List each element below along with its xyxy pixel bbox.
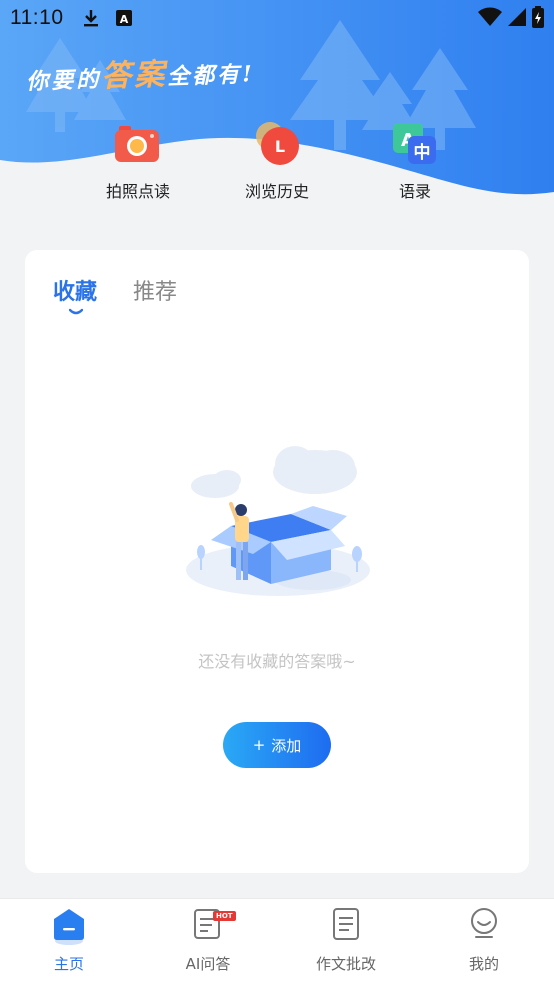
nav-label: AI问答 <box>185 955 231 973</box>
nav-label: 作文批改 <box>315 955 376 973</box>
home-icon <box>52 907 86 945</box>
profile-icon <box>467 907 501 941</box>
svg-text:L: L <box>275 137 285 156</box>
camera-icon <box>113 120 163 170</box>
wifi-icon <box>478 7 502 26</box>
quick-action-label: 拍照点读 <box>105 182 170 201</box>
slogan-part2: 全都有! <box>166 61 256 91</box>
status-indicators <box>478 6 544 28</box>
svg-text:中: 中 <box>414 142 431 163</box>
bottom-nav: 主页 HOT AI问答 作文批改 我的 <box>0 898 554 984</box>
empty-message: 还没有收藏的答案哦~ <box>198 652 356 671</box>
quick-action-history[interactable]: L 浏览历史 <box>217 120 337 202</box>
quick-action-label: 浏览历史 <box>244 182 309 201</box>
tab-bar: 收藏 推荐 <box>53 274 177 306</box>
tab-favorites[interactable]: 收藏 <box>53 274 97 306</box>
nav-label: 我的 <box>468 955 499 973</box>
slogan-part1: 你要的 <box>25 66 102 95</box>
essay-icon <box>329 907 363 941</box>
add-button-label: 添加 <box>271 736 302 755</box>
ai-qa-icon: HOT <box>191 907 236 941</box>
battery-icon <box>532 6 544 28</box>
tab-indicator <box>69 308 83 315</box>
quick-action-quotes[interactable]: A 中 语录 <box>355 120 475 202</box>
download-icon <box>80 7 102 33</box>
empty-box-illustration <box>186 446 370 596</box>
history-icon: L <box>252 120 302 170</box>
content-card: 收藏 推荐 还没有收藏的答案哦~ + 添加 <box>25 250 529 873</box>
translate-icon: A 中 <box>390 120 440 170</box>
quick-action-label: 语录 <box>398 182 431 201</box>
nav-essay[interactable]: 作文批改 <box>296 907 396 974</box>
slogan: 你要的答案全都有! <box>25 46 255 98</box>
slogan-highlight: 答案 <box>100 57 168 95</box>
nav-ai-qa[interactable]: HOT AI问答 <box>158 907 258 974</box>
nav-home[interactable]: 主页 <box>19 907 119 974</box>
nav-profile[interactable]: 我的 <box>434 907 534 974</box>
plus-icon: + <box>252 736 266 754</box>
nav-label: 主页 <box>53 955 84 973</box>
tab-recommend[interactable]: 推荐 <box>133 274 177 306</box>
signal-icon <box>508 8 526 26</box>
status-time: 11:10 <box>10 6 64 29</box>
add-button[interactable]: + 添加 <box>223 722 331 768</box>
status-bar: 11:10 A <box>0 0 554 36</box>
hot-badge: HOT <box>213 911 236 921</box>
svg-text:A: A <box>120 13 129 26</box>
quick-actions: 拍照点读 L 浏览历史 A 中 语录 <box>0 120 554 210</box>
a-indicator-icon: A <box>115 9 133 31</box>
quick-action-photo-read[interactable]: 拍照点读 <box>78 120 198 202</box>
